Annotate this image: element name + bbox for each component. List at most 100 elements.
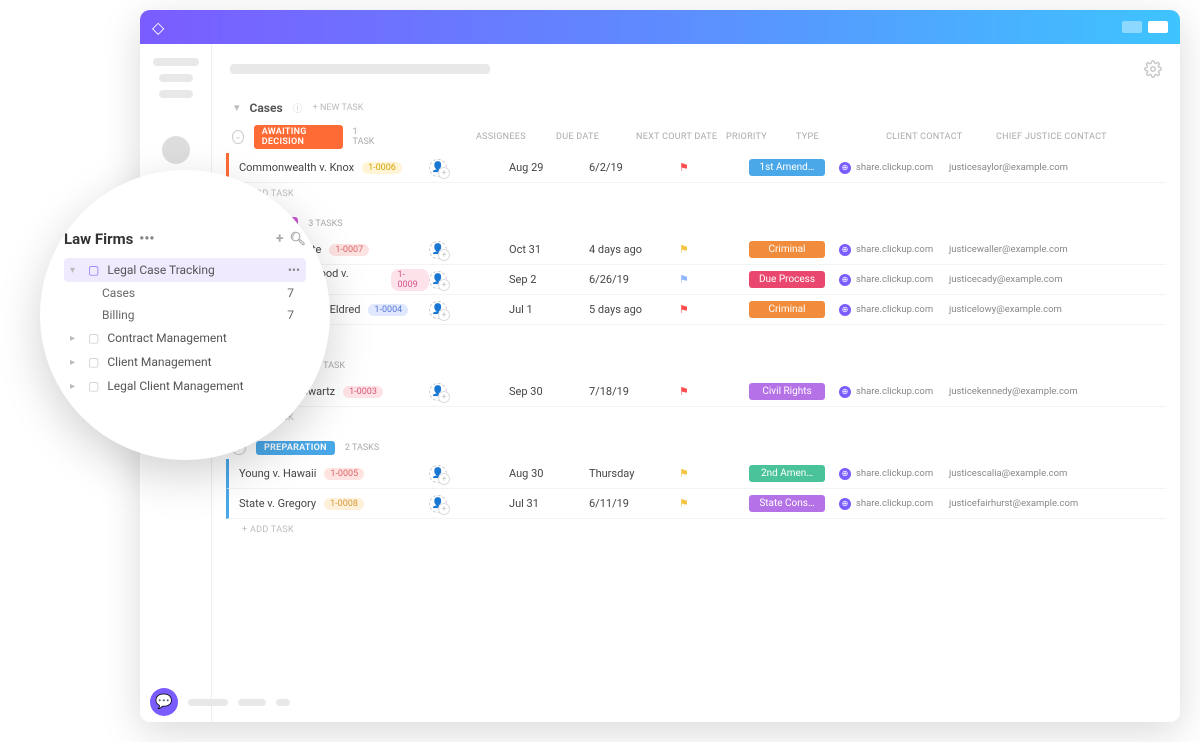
add-task-button[interactable]: + ADD TASK	[226, 407, 1166, 429]
task-id-badge: 1-0008	[324, 498, 364, 510]
priority-flag-icon[interactable]: ⚑	[679, 303, 689, 316]
due-date[interactable]: Sep 2	[509, 273, 589, 286]
assignee-placeholder-icon[interactable]: 👤	[429, 301, 447, 319]
priority-flag-icon[interactable]: ⚑	[679, 243, 689, 256]
priority-flag-icon[interactable]: ⚑	[679, 385, 689, 398]
next-court-date[interactable]: 6/26/19	[589, 273, 679, 286]
chief-justice-contact[interactable]: justicescalia@example.com	[949, 468, 1119, 479]
group-header[interactable]: ⌄ PREPARATION 2 TASKS	[226, 437, 1166, 459]
folder-icon: ▢	[88, 263, 99, 277]
list-toggle-icon[interactable]: ▾	[234, 101, 240, 114]
task-row[interactable]: Commonwealth v. Knox1-0006 👤 Aug 29 6/2/…	[226, 153, 1166, 183]
link-icon: ⊕	[839, 386, 851, 398]
window-maximize-button[interactable]	[1148, 21, 1168, 33]
client-contact[interactable]: ⊕share.clickup.com	[839, 468, 949, 480]
next-court-date[interactable]: 4 days ago	[589, 243, 679, 256]
type-pill[interactable]: State Cons…	[749, 495, 825, 512]
next-court-date[interactable]: 6/11/19	[589, 497, 679, 510]
task-count: 3 TASKS	[308, 219, 342, 229]
assignee-placeholder-icon[interactable]: 👤	[429, 495, 447, 513]
chief-justice-contact[interactable]: justicelowy@example.com	[949, 304, 1119, 315]
priority-flag-icon[interactable]: ⚑	[679, 467, 689, 480]
settings-gear-icon[interactable]	[1144, 60, 1162, 82]
assignee-placeholder-icon[interactable]: 👤	[429, 465, 447, 483]
due-date[interactable]: Oct 31	[509, 243, 589, 256]
task-id-badge: 1-0009	[391, 269, 429, 291]
chief-justice-contact[interactable]: justicefairhurst@example.com	[949, 498, 1119, 509]
client-contact[interactable]: ⊕share.clickup.com	[839, 162, 949, 174]
task-row[interactable]: Planned Parenthood v. Reynolds1-0009 👤 S…	[226, 265, 1166, 295]
window-minimize-button[interactable]	[1122, 21, 1142, 33]
type-pill[interactable]: Criminal	[749, 301, 825, 318]
assignee-placeholder-icon[interactable]: 👤	[429, 271, 447, 289]
link-icon: ⊕	[839, 244, 851, 256]
add-task-button[interactable]: + ADD TASK	[226, 183, 1166, 205]
task-table: ▾ Cases ⓘ + NEW TASK ⌄ AWAITING DECISION…	[212, 94, 1180, 722]
chevron-icon: ▸	[70, 381, 80, 392]
next-court-date[interactable]: 7/18/19	[589, 385, 679, 398]
sidebar-folder[interactable]: ▸ ▢ Contract Management	[64, 326, 306, 350]
assignee-placeholder-icon[interactable]: 👤	[429, 159, 447, 177]
space-more-icon[interactable]: •••	[139, 231, 154, 247]
group-header[interactable]: ⌄ AWAITING DECISION 1 TASK ASSIGNEESDUE …	[226, 121, 1166, 153]
task-row[interactable]: State v. Gregory1-0008 👤 Jul 31 6/11/19 …	[226, 489, 1166, 519]
main-content: ▾ Cases ⓘ + NEW TASK ⌄ AWAITING DECISION…	[212, 44, 1180, 722]
task-row[interactable]: Rodriguez v. Swartz1-0003 👤 Sep 30 7/18/…	[226, 377, 1166, 407]
due-date[interactable]: Aug 29	[509, 161, 589, 174]
due-date[interactable]: Sep 30	[509, 385, 589, 398]
priority-flag-icon[interactable]: ⚑	[679, 161, 689, 174]
status-pill[interactable]: AWAITING DECISION	[254, 125, 343, 149]
type-pill[interactable]: Criminal	[749, 241, 825, 258]
collapse-icon[interactable]: ⌄	[232, 130, 244, 144]
group-header[interactable]: ⌄ REVIEW 1 TASK	[226, 355, 1166, 377]
chief-justice-contact[interactable]: justicewaller@example.com	[949, 244, 1119, 255]
sidebar-list[interactable]: Cases7	[102, 282, 306, 304]
chat-icon[interactable]: 💬	[150, 688, 178, 716]
space-header[interactable]: Law Firms ••• + 🔍︎	[64, 230, 306, 248]
priority-flag-icon[interactable]: ⚑	[679, 273, 689, 286]
type-pill[interactable]: 1st Amend…	[749, 159, 825, 176]
status-pill[interactable]: PREPARATION	[256, 441, 335, 455]
client-contact[interactable]: ⊕share.clickup.com	[839, 304, 949, 316]
task-row[interactable]: Commonwealth v. Eldred1-0004 👤 Jul 1 5 d…	[226, 295, 1166, 325]
chief-justice-contact[interactable]: justicecady@example.com	[949, 274, 1119, 285]
list-info-icon[interactable]: ⓘ	[293, 100, 303, 115]
type-pill[interactable]: Civil Rights	[749, 383, 825, 400]
task-id-badge: 1-0007	[329, 244, 369, 256]
next-court-date[interactable]: 5 days ago	[589, 303, 679, 316]
folder-more-icon[interactable]: •••	[288, 263, 300, 277]
due-date[interactable]: Jul 1	[509, 303, 589, 316]
add-folder-icon[interactable]: +	[276, 231, 284, 247]
sidebar-folder[interactable]: ▸ ▢ Client Management	[64, 350, 306, 374]
folder-icon: ▢	[88, 379, 99, 393]
client-contact[interactable]: ⊕share.clickup.com	[839, 274, 949, 286]
add-task-button[interactable]: + ADD TASK	[226, 519, 1166, 541]
add-task-button[interactable]: + ADD TASK	[226, 325, 1166, 347]
client-contact[interactable]: ⊕share.clickup.com	[839, 386, 949, 398]
list-name: Cases	[102, 286, 135, 300]
chief-justice-contact[interactable]: justicesaylor@example.com	[949, 162, 1119, 173]
new-task-button[interactable]: + NEW TASK	[313, 103, 364, 113]
assignee-placeholder-icon[interactable]: 👤	[429, 383, 447, 401]
link-icon: ⊕	[839, 162, 851, 174]
task-row[interactable]: Young v. Hawaii1-0005 👤 Aug 30 Thursday …	[226, 459, 1166, 489]
assignee-placeholder-icon[interactable]: 👤	[429, 241, 447, 259]
due-date[interactable]: Aug 30	[509, 467, 589, 480]
chief-justice-contact[interactable]: justicekennedy@example.com	[949, 386, 1119, 397]
client-contact[interactable]: ⊕share.clickup.com	[839, 244, 949, 256]
due-date[interactable]: Jul 31	[509, 497, 589, 510]
placeholder	[238, 699, 266, 706]
group-header[interactable]: ⌄ TRIAL 3 TASKS	[226, 213, 1166, 235]
task-row[interactable]: Chandler v. State1-0007 👤 Oct 31 4 days …	[226, 235, 1166, 265]
type-pill[interactable]: Due Process	[749, 271, 825, 288]
next-court-date[interactable]: Thursday	[589, 467, 679, 480]
sidebar-folder[interactable]: ▾ ▢ Legal Case Tracking •••	[64, 258, 306, 282]
placeholder	[153, 58, 199, 66]
sidebar-list[interactable]: Billing7	[102, 304, 306, 326]
next-court-date[interactable]: 6/2/19	[589, 161, 679, 174]
client-contact[interactable]: ⊕share.clickup.com	[839, 498, 949, 510]
search-icon[interactable]: 🔍︎	[289, 232, 306, 247]
type-pill[interactable]: 2nd Amen…	[749, 465, 825, 482]
priority-flag-icon[interactable]: ⚑	[679, 497, 689, 510]
sidebar-folder[interactable]: ▸ ▢ Legal Client Management	[64, 374, 306, 398]
